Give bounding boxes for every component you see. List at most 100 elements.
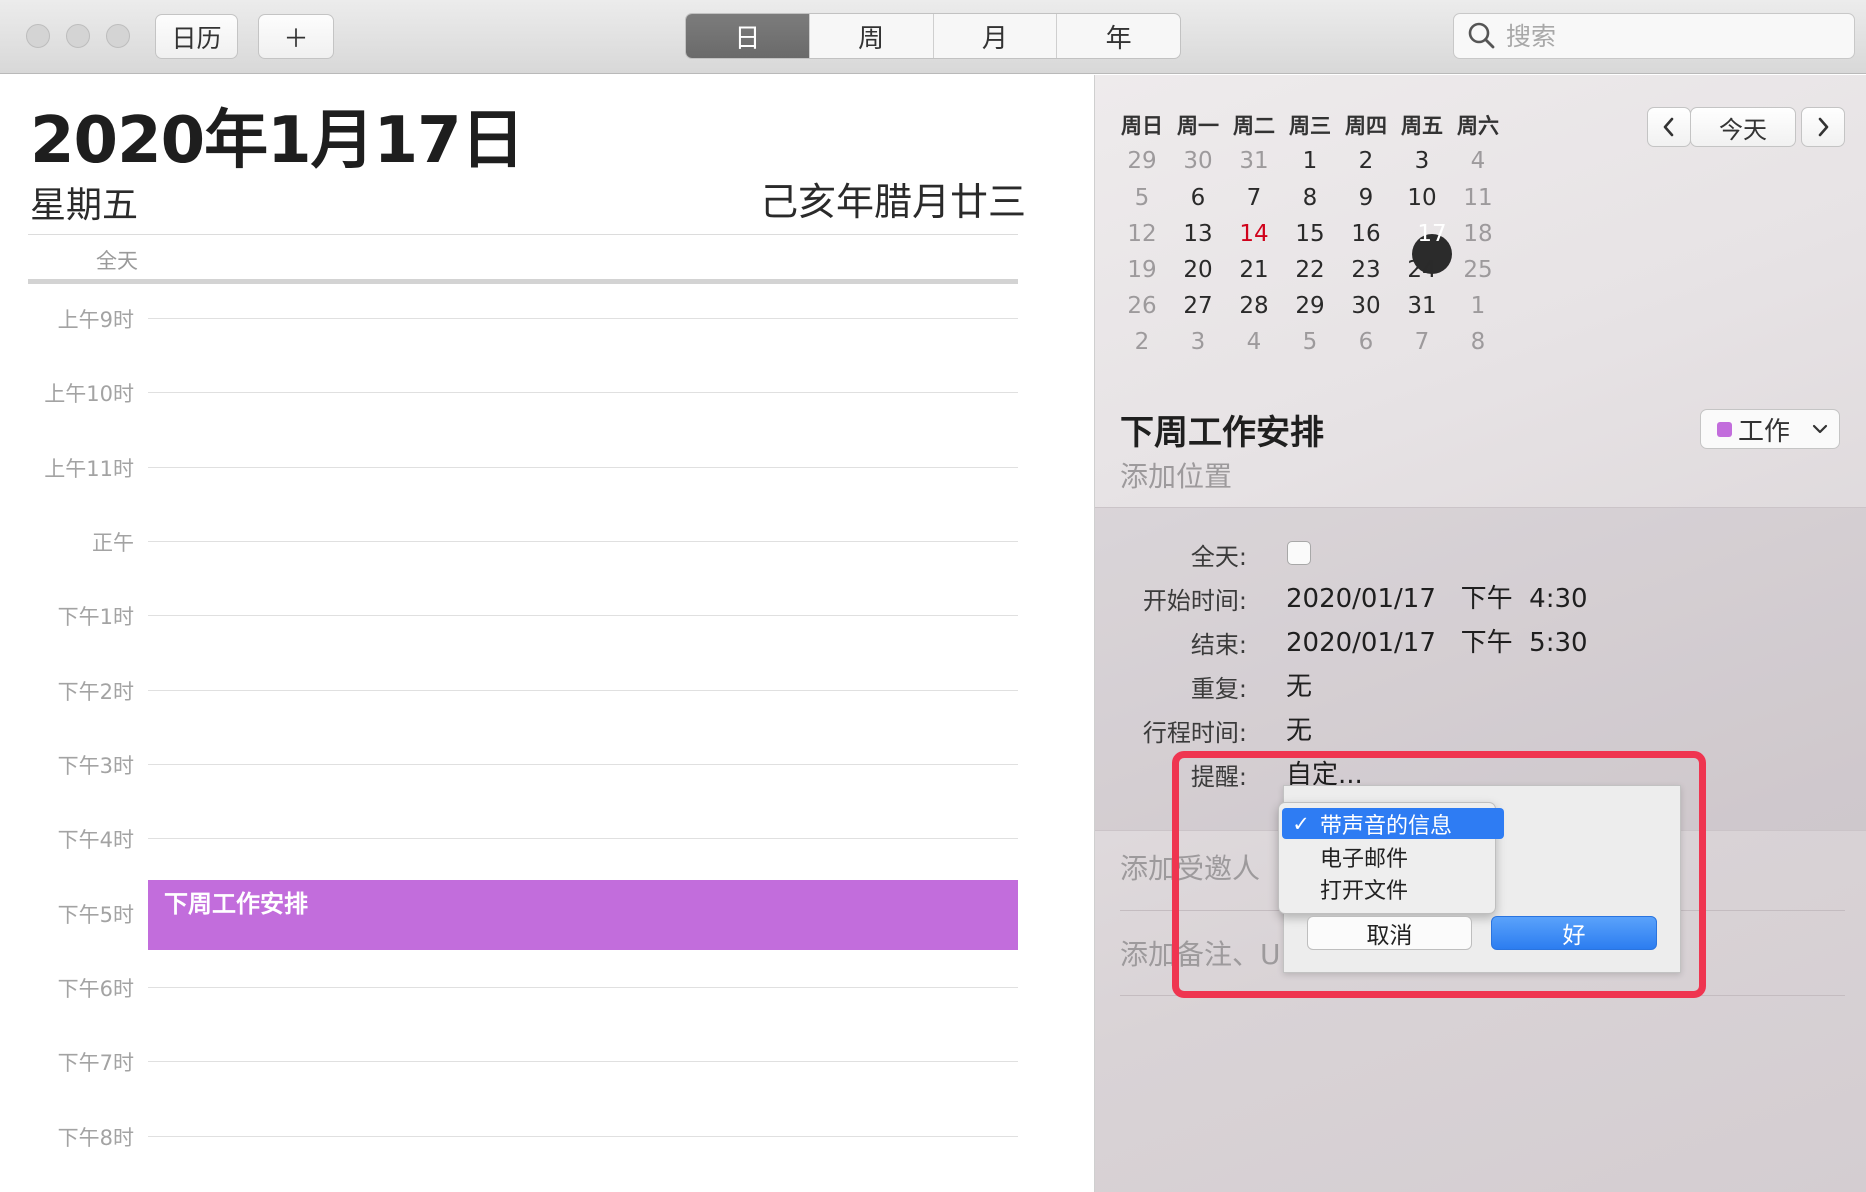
mini-cal-day[interactable]: 8 — [1282, 180, 1338, 216]
hour-label: 正午 — [92, 531, 134, 555]
hour-line — [148, 318, 1018, 319]
mini-cal-day[interactable]: 9 — [1338, 180, 1394, 216]
prev-month-button[interactable] — [1647, 107, 1691, 147]
mini-cal-day[interactable]: 23 — [1338, 252, 1394, 288]
mini-cal-day[interactable]: 22 — [1282, 252, 1338, 288]
hour-row[interactable]: 正午 — [0, 527, 1020, 557]
repeat-value[interactable]: 无 — [1286, 666, 1312, 703]
event-block[interactable]: 下周工作安排 — [148, 880, 1018, 950]
tab-month[interactable]: 月 — [932, 14, 1057, 58]
mini-cal-day[interactable]: 5 — [1114, 180, 1170, 216]
mini-cal-day[interactable]: 20 — [1170, 252, 1226, 288]
mini-cal-day[interactable]: 8 — [1450, 324, 1506, 360]
lunar-date: 己亥年腊月廿三 — [759, 180, 1026, 224]
mini-cal-day[interactable]: 3 — [1394, 143, 1450, 179]
mini-cal-day[interactable]: 28 — [1226, 288, 1282, 324]
hour-row[interactable]: 下午1时 — [0, 601, 1020, 631]
mini-cal-day[interactable]: 29 — [1282, 288, 1338, 324]
hour-row[interactable]: 上午9时 — [0, 304, 1020, 334]
weekday-header: 周六 — [1457, 114, 1499, 138]
mini-cal-day[interactable]: 4 — [1226, 324, 1282, 360]
mini-cal-day[interactable]: 31 — [1394, 288, 1450, 324]
mini-cal-day[interactable]: 18 — [1450, 216, 1506, 252]
hour-row[interactable]: 下午2时 — [0, 676, 1020, 706]
mini-cal-day[interactable]: 13 — [1170, 216, 1226, 252]
mini-cal-day[interactable]: 19 — [1114, 252, 1170, 288]
mini-cal-day[interactable]: 2 — [1338, 143, 1394, 179]
day-weekday: 星期五 — [30, 185, 139, 226]
mini-cal-day[interactable]: 27 — [1170, 288, 1226, 324]
mini-cal-day[interactable]: 7 — [1226, 180, 1282, 216]
mini-cal-day[interactable]: 30 — [1170, 143, 1226, 179]
mini-cal-day[interactable]: 1 — [1450, 288, 1506, 324]
today-button[interactable]: 今天 — [1690, 107, 1796, 147]
calendar-color-swatch — [1717, 421, 1732, 437]
calendar-select[interactable]: 工作 — [1700, 409, 1840, 449]
mini-cal-day[interactable]: 30 — [1338, 288, 1394, 324]
location-field[interactable]: 添加位置 — [1120, 455, 1232, 495]
travel-time-value[interactable]: 无 — [1286, 710, 1312, 747]
mini-cal-day[interactable]: 4 — [1450, 143, 1506, 179]
mini-cal-day[interactable]: 3 — [1170, 324, 1226, 360]
start-label: 开始时间: — [1142, 587, 1247, 615]
hour-label: 下午4时 — [57, 828, 134, 852]
hour-label: 上午11时 — [44, 457, 134, 481]
tab-day[interactable]: 日 — [686, 14, 809, 58]
add-event-button[interactable]: ＋ — [258, 14, 334, 59]
hour-label: 下午8时 — [57, 1126, 134, 1150]
hour-label: 下午1时 — [57, 605, 134, 629]
start-datetime[interactable]: 2020/01/17 下午 4:30 — [1286, 578, 1588, 615]
chevron-down-icon — [1812, 424, 1828, 434]
mini-cal-day[interactable]: 29 — [1114, 143, 1170, 179]
weekday-header: 周四 — [1345, 114, 1387, 138]
next-month-button[interactable] — [1801, 107, 1845, 147]
hour-row[interactable]: 上午11时 — [0, 453, 1020, 483]
mini-cal-day[interactable]: 21 — [1226, 252, 1282, 288]
mini-cal-day[interactable]: 31 — [1226, 143, 1282, 179]
search-input[interactable] — [1506, 21, 1836, 51]
close-window-button[interactable] — [26, 24, 50, 48]
zoom-window-button[interactable] — [106, 24, 130, 48]
mini-cal-day[interactable]: 15 — [1282, 216, 1338, 252]
hour-row[interactable]: 上午10时 — [0, 378, 1020, 408]
allday-label: 全天: — [1190, 543, 1247, 571]
mini-cal-day[interactable]: 10 — [1394, 180, 1450, 216]
search-icon — [1468, 22, 1495, 49]
hour-row[interactable]: 下午4时 — [0, 824, 1020, 854]
hour-row[interactable]: 下午8时 — [0, 1122, 1020, 1152]
mini-cal-day[interactable]: 2 — [1114, 324, 1170, 360]
hour-label: 上午10时 — [44, 382, 134, 406]
mini-cal-day[interactable]: 26 — [1114, 288, 1170, 324]
weekday-header: 周五 — [1401, 114, 1443, 138]
sidebar-panel: 周日 周一 周二 周三 周四 周五 周六 29 30 31 1 2 3 4 5 … — [1095, 75, 1866, 1192]
mini-cal-day[interactable]: 5 — [1282, 324, 1338, 360]
search-field[interactable] — [1453, 13, 1855, 59]
mini-cal-day[interactable]: 6 — [1170, 180, 1226, 216]
mini-cal-day[interactable]: 6 — [1338, 324, 1394, 360]
calendars-button[interactable]: 日历 — [155, 14, 238, 59]
hour-line — [148, 467, 1018, 468]
tab-year[interactable]: 年 — [1056, 14, 1180, 58]
hour-line — [148, 615, 1018, 616]
event-block-title: 下周工作安排 — [164, 890, 308, 918]
hour-row[interactable]: 下午7时 — [0, 1047, 1020, 1077]
hour-line — [148, 690, 1018, 691]
mini-cal-day[interactable]: 16 — [1338, 216, 1394, 252]
mini-cal-day[interactable]: 11 — [1450, 180, 1506, 216]
mini-cal-day[interactable]: 7 — [1394, 324, 1450, 360]
allday-checkbox[interactable] — [1287, 541, 1311, 565]
tab-week[interactable]: 周 — [808, 14, 933, 58]
hour-row[interactable]: 下午3时 — [0, 750, 1020, 780]
hour-line — [148, 1061, 1018, 1062]
minimize-window-button[interactable] — [66, 24, 90, 48]
mini-cal-day[interactable]: 1 — [1282, 143, 1338, 179]
mini-cal-day[interactable]: 24 — [1394, 252, 1450, 288]
mini-cal-today[interactable]: 14 — [1226, 216, 1282, 252]
mini-cal-day[interactable]: 12 — [1114, 216, 1170, 252]
event-title-field[interactable]: 下周工作安排 — [1120, 405, 1324, 454]
hour-line — [148, 541, 1018, 542]
hour-row[interactable]: 下午6时 — [0, 973, 1020, 1003]
mini-cal-day[interactable]: 25 — [1450, 252, 1506, 288]
weekday-header: 周二 — [1233, 114, 1275, 138]
end-datetime[interactable]: 2020/01/17 下午 5:30 — [1286, 622, 1588, 659]
